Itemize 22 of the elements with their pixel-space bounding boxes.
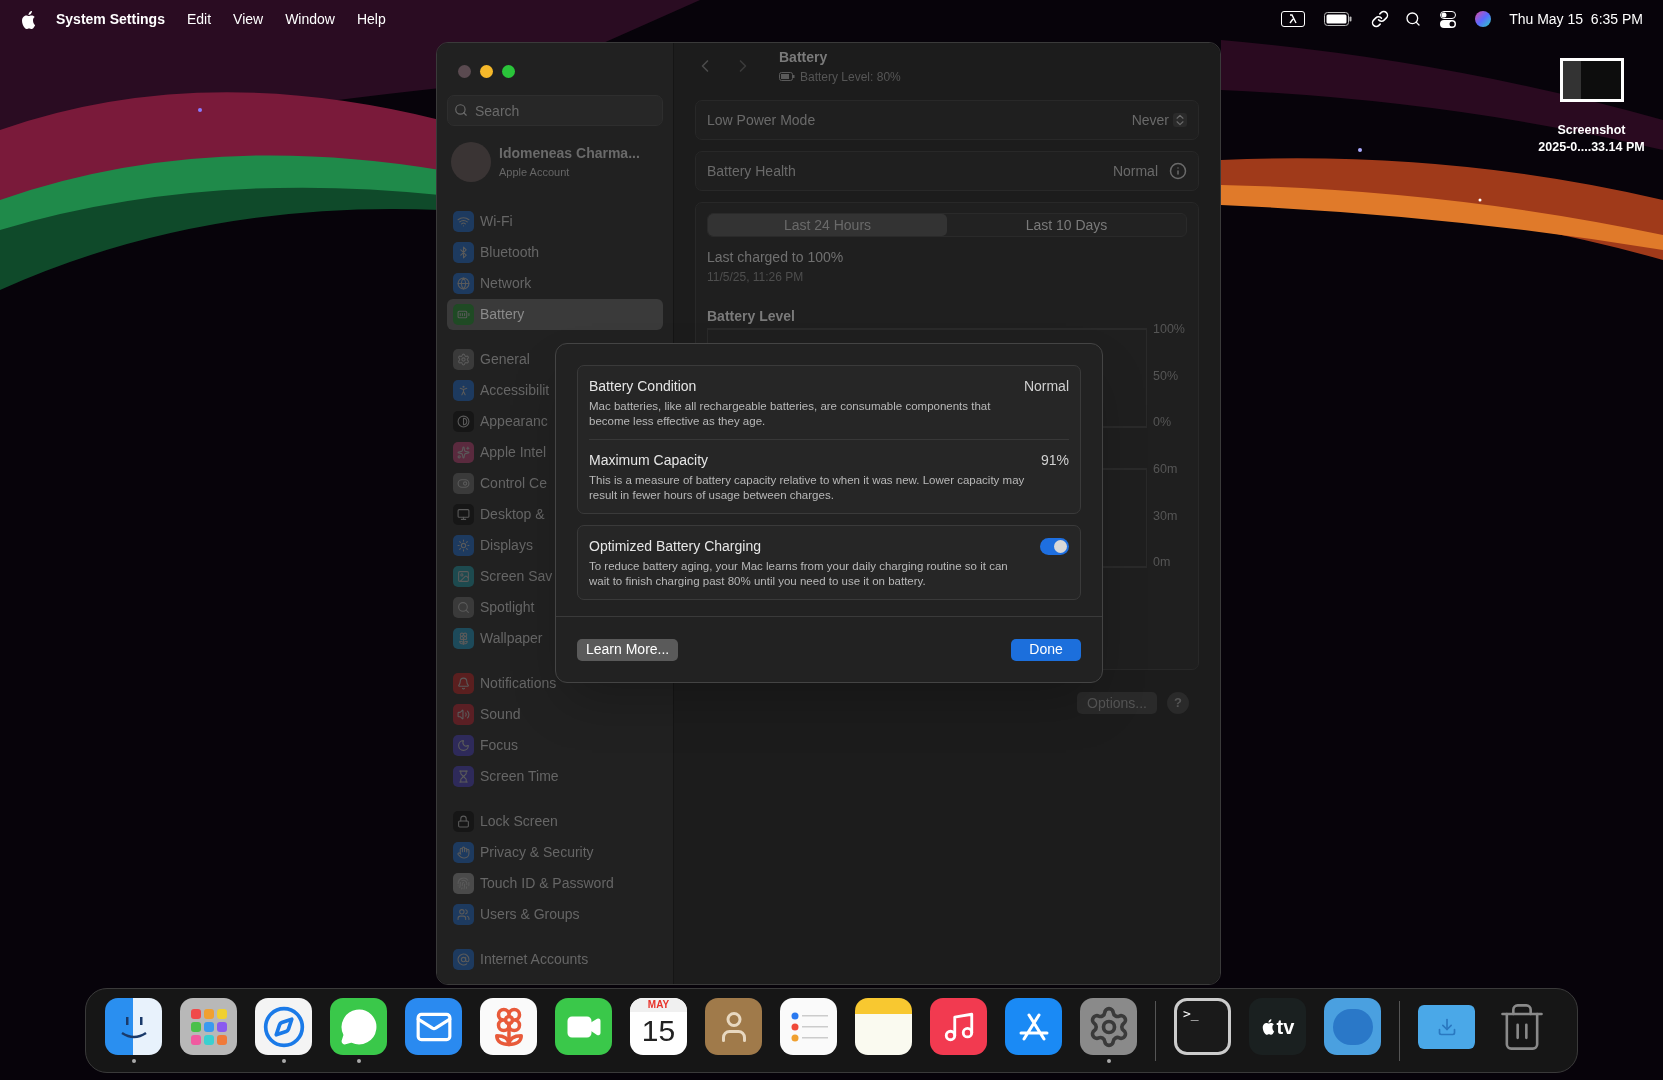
chart-title: Battery Level: [707, 307, 796, 326]
setting-description: This is a measure of battery capacity relative to when it was new. Lower capacity may result in fewer hours of usage between charges.: [589, 473, 1026, 503]
calendar-month: MAY: [630, 998, 687, 1012]
terminal-prompt: >_: [1183, 1007, 1199, 1020]
setting-title: Maximum Capacity: [589, 451, 709, 470]
row-value: Normal: [1112, 161, 1158, 181]
setting-value: Normal: [1023, 377, 1069, 396]
file-name-label: 2025-0....33.14 PM: [1538, 139, 1645, 156]
tv-label: tv: [1276, 1014, 1295, 1040]
last-charged-text: Last charged to 100%: [707, 248, 845, 267]
setting-title: Optimized Battery Charging: [589, 537, 761, 556]
setting-value: 91%: [1040, 451, 1069, 470]
row-label: Low Power Mode: [707, 110, 817, 130]
account-subtitle: Apple Account: [499, 165, 571, 181]
file-name-label: Screenshot: [1557, 122, 1626, 139]
battery-level-text: Battery Level: 80%: [800, 68, 901, 86]
setting-description: Mac batteries, like all rechargeable batteries, are consumable components that become less effective as they age.: [589, 399, 992, 429]
calendar-day: 15: [641, 1012, 676, 1050]
setting-description: To reduce battery aging, your Mac learns from your daily charging routine so it can wait to finish charging past 80% until you need to use it on battery.: [589, 559, 1009, 589]
setting-title: Battery Condition: [589, 377, 697, 396]
row-label: Battery Health: [707, 161, 797, 181]
window-title: Battery: [779, 47, 829, 67]
